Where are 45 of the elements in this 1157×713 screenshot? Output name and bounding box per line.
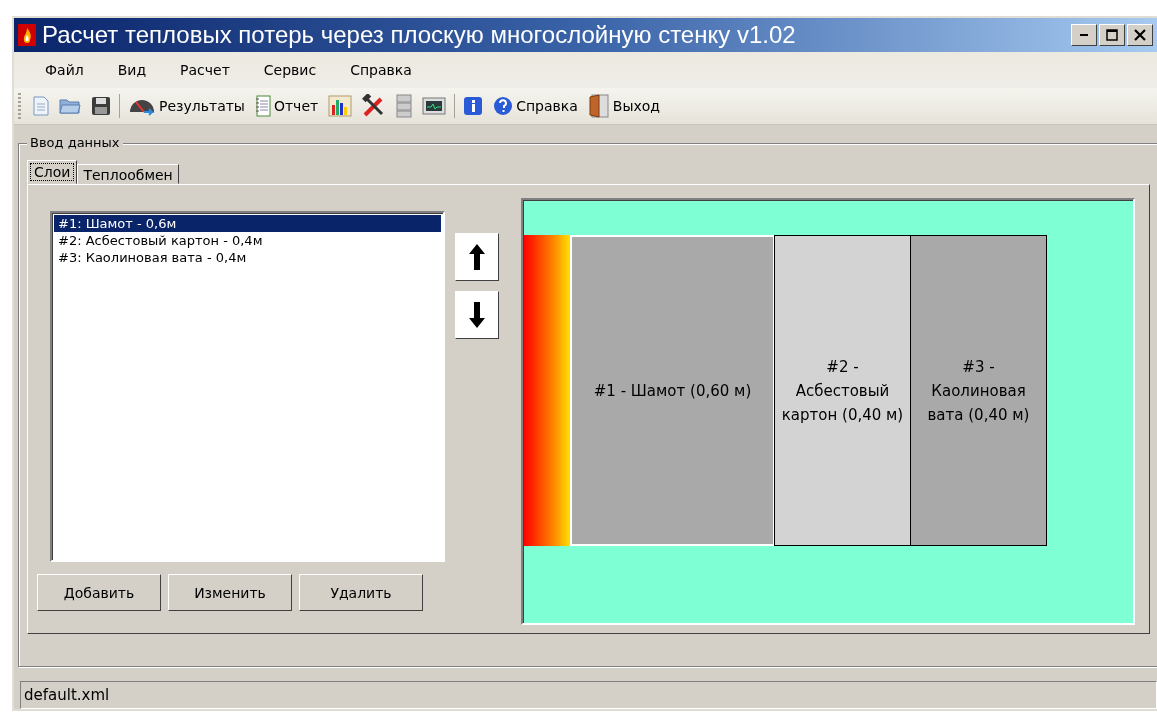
minimize-button[interactable] bbox=[1071, 24, 1097, 46]
toolbar-grip[interactable] bbox=[18, 93, 21, 119]
tab[interactable]: Теплообмен bbox=[77, 164, 179, 184]
menu-item[interactable]: Файл bbox=[28, 62, 101, 78]
flame-icon bbox=[18, 24, 36, 46]
folder-icon bbox=[59, 97, 81, 115]
action-button[interactable]: Добавить bbox=[37, 574, 161, 611]
layer-list[interactable]: #1: Шамот - 0,6м #2: Асбестовый картон - 0,4м #3: Каолиновая вата - 0,4м bbox=[50, 211, 445, 562]
maximize-button[interactable] bbox=[1099, 24, 1125, 46]
wall-layer[interactable]: #3 - Каолиновая вата (0,40 м) bbox=[910, 235, 1047, 546]
action-button[interactable]: Удалить bbox=[299, 574, 423, 611]
bar-chart-icon bbox=[328, 95, 353, 117]
toolbar-button[interactable]: Результаты bbox=[124, 94, 249, 118]
window-title: Расчет тепловых потерь через плоскую многослойную стенку v1.02 bbox=[42, 21, 797, 49]
minimize-icon bbox=[1080, 34, 1088, 36]
menu-item[interactable]: Вид bbox=[100, 62, 164, 78]
toolbar-button[interactable]: Выход bbox=[583, 92, 665, 120]
server-stack-icon bbox=[396, 94, 413, 118]
tab[interactable]: Слои bbox=[27, 160, 78, 184]
list-item[interactable]: #2: Асбестовый картон - 0,4м bbox=[54, 232, 441, 249]
list-item[interactable]: #3: Каолиновая вата - 0,4м bbox=[54, 249, 441, 266]
monitor-icon bbox=[422, 96, 447, 116]
help-icon bbox=[493, 96, 514, 116]
status-text: default.xml bbox=[24, 686, 110, 704]
close-icon bbox=[1134, 29, 1146, 41]
door-icon bbox=[587, 94, 610, 118]
document-icon bbox=[33, 96, 49, 116]
down-arrow-icon bbox=[466, 300, 488, 330]
toolbar-button[interactable]: Отчет bbox=[250, 93, 323, 119]
action-button[interactable]: Изменить bbox=[168, 574, 292, 611]
notebook-icon bbox=[254, 95, 271, 117]
group-title: Ввод данных bbox=[27, 135, 123, 150]
menu-item[interactable]: Справка bbox=[333, 62, 429, 78]
up-arrow-icon bbox=[466, 242, 488, 272]
menu-item[interactable]: Расчет bbox=[163, 62, 247, 78]
toolbar-button[interactable]: Справка bbox=[489, 94, 582, 118]
menu-item[interactable]: Сервис bbox=[246, 62, 334, 78]
list-item[interactable]: #1: Шамот - 0,6м bbox=[54, 215, 441, 232]
close-button[interactable] bbox=[1127, 24, 1153, 46]
info-icon bbox=[463, 96, 484, 116]
wall-layer[interactable]: #2 - Асбестовый картон (0,40 м) bbox=[774, 235, 911, 546]
move-up-button[interactable] bbox=[455, 233, 499, 281]
move-down-button[interactable] bbox=[455, 291, 499, 339]
maximize-icon bbox=[1106, 29, 1118, 41]
wall-layer[interactable]: #1 - Шамот (0,60 м) bbox=[570, 235, 775, 546]
